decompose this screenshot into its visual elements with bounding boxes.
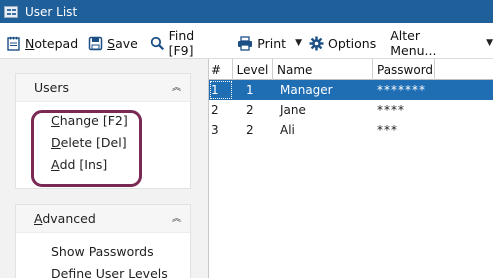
print-label: Print [257,35,287,51]
column-header-name[interactable]: Name [273,59,373,80]
floppy-disk-icon [88,36,103,50]
cell-name: Manager [280,83,333,97]
cell-name: Jane [280,103,306,117]
cell-password: *** [377,123,398,137]
find-button[interactable]: Find [F9] [147,28,225,58]
app-icon [4,5,18,18]
advanced-panel-title: Advanced [34,211,96,226]
toolbar: Notepad Save Find [F9] Print ▼ Options A… [0,28,493,58]
cell-level: 2 [246,103,254,117]
table-row[interactable]: 3 2 Ali *** [209,120,493,140]
title-bar: User List [0,0,493,23]
table-row[interactable]: 1 1 Manager ******* [209,80,493,100]
user-grid: # Level Name Password 1 1 Manager ******… [209,59,493,278]
users-panel-header[interactable]: Users ︽ [16,74,190,102]
notepad-button[interactable]: Notepad [3,32,81,54]
cell-password: ******* [377,83,426,97]
alter-menu-label: Alter Menu... [390,28,437,58]
table-row[interactable]: 2 2 Jane **** [209,100,493,120]
save-label: Save [107,35,138,51]
print-button[interactable]: Print [234,32,289,54]
gear-icon [309,36,324,50]
window-title: User List [25,4,78,19]
collapse-icon[interactable]: ︽ [172,83,181,92]
alter-menu-dropdown-arrow[interactable]: ▼ [486,38,493,48]
grid-header: # Level Name Password [209,59,493,80]
column-header-number[interactable]: # [209,59,233,80]
find-label: Find [F9] [168,28,195,58]
cell-level: 1 [246,83,254,97]
notepad-icon [7,36,20,51]
show-passwords-link[interactable]: Show Passwords [51,240,190,262]
print-dropdown-arrow[interactable]: ▼ [295,38,302,48]
cell-password: **** [377,103,405,117]
options-button[interactable]: Options [306,32,379,54]
alter-menu-button[interactable]: Alter Menu... [387,28,472,58]
advanced-panel-header[interactable]: Advanced ︽ [16,205,190,233]
delete-user-link[interactable]: Delete [Del] [51,131,190,153]
options-label: Options [327,35,377,51]
users-panel-body: Change [F2] Delete [Del] Add [Ins] [16,102,190,175]
users-panel: Users ︽ Change [F2] Delete [Del] Add [In… [15,73,191,189]
cell-number: 3 [211,123,219,137]
notepad-label: Notepad [25,35,79,51]
save-button[interactable]: Save [85,32,141,54]
printer-icon [238,35,253,51]
collapse-icon[interactable]: ︽ [172,214,181,223]
change-user-link[interactable]: Change [F2] [51,109,190,131]
cell-level: 2 [246,123,254,137]
magnifier-icon [150,36,164,50]
advanced-panel: Advanced ︽ Show Passwords Define User Le… [15,204,191,278]
cell-number: 2 [211,103,219,117]
add-user-link[interactable]: Add [Ins] [51,153,190,175]
define-user-levels-link[interactable]: Define User Levels [51,262,190,278]
column-header-password[interactable]: Password [373,59,435,80]
advanced-panel-body: Show Passwords Define User Levels [16,233,190,278]
column-header-level[interactable]: Level [233,59,273,80]
users-panel-title: Users [34,80,70,95]
cell-number: 1 [209,80,233,100]
cell-name: Ali [280,123,295,137]
sidebar: Users ︽ Change [F2] Delete [Del] Add [In… [0,59,208,278]
